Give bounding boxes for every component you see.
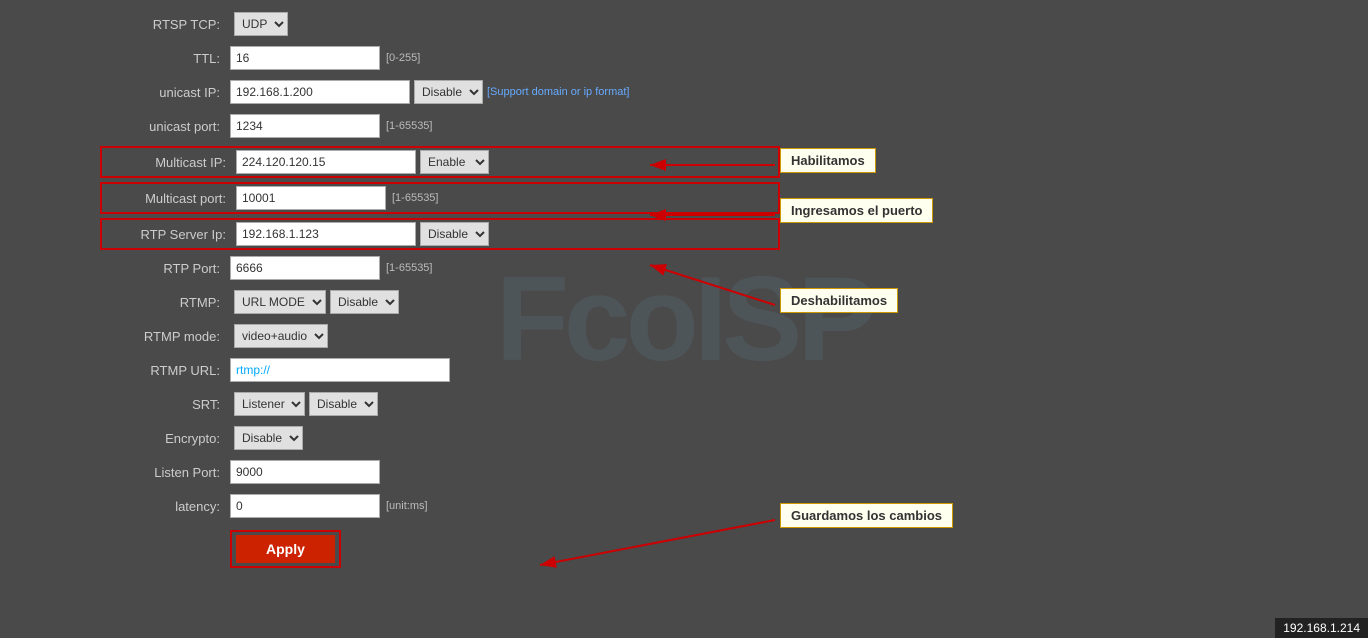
rtp-port-input[interactable]	[230, 256, 380, 280]
unicast-port-label: unicast port:	[100, 119, 230, 134]
main-container: RTSP TCP: UDP TCP TTL: [0-255] unicast I…	[0, 0, 1368, 638]
listen-port-label: Listen Port:	[100, 465, 230, 480]
latency-input[interactable]	[230, 494, 380, 518]
ttl-row: TTL: [0-255]	[100, 44, 780, 72]
unicast-port-hint: [1-65535]	[386, 120, 432, 132]
rtmp-row: RTMP: URL MODE Disable Enable	[100, 288, 780, 316]
apply-button[interactable]: Apply	[236, 535, 335, 563]
unicast-port-row: unicast port: [1-65535]	[100, 112, 780, 140]
ttl-input[interactable]	[230, 46, 380, 70]
rtmp-url-input[interactable]	[230, 358, 450, 382]
latency-row: latency: [unit:ms]	[100, 492, 780, 520]
multicast-ip-select[interactable]: Enable Disable	[420, 150, 489, 174]
multicast-port-input[interactable]	[236, 186, 386, 210]
rtmp-url-row: RTMP URL:	[100, 356, 780, 384]
srt-label: SRT:	[100, 397, 230, 412]
rtp-port-label: RTP Port:	[100, 261, 230, 276]
multicast-ip-input[interactable]	[236, 150, 416, 174]
rtsp-tcp-row: RTSP TCP: UDP TCP	[100, 10, 780, 38]
rtmp-select1[interactable]: URL MODE	[234, 290, 326, 314]
apply-row: Apply	[100, 526, 780, 568]
multicast-port-row: Multicast port: [1-65535]	[100, 182, 780, 214]
rtmp-label: RTMP:	[100, 295, 230, 310]
multicast-port-label: Multicast port:	[106, 191, 236, 206]
latency-label: latency:	[100, 499, 230, 514]
unicast-ip-row: unicast IP: Disable Enable [Support doma…	[100, 78, 780, 106]
encrypto-label: Encrypto:	[100, 431, 230, 446]
multicast-ip-label: Multicast IP:	[106, 155, 236, 170]
annotation-habilitamos: Habilitamos	[780, 148, 876, 173]
rtp-server-ip-label: RTP Server Ip:	[106, 227, 236, 242]
rtsp-tcp-select[interactable]: UDP TCP	[234, 12, 288, 36]
multicast-ip-row: Multicast IP: Enable Disable	[100, 146, 780, 178]
ip-badge: 192.168.1.214	[1275, 618, 1368, 638]
unicast-ip-hint: [Support domain or ip format]	[487, 86, 629, 98]
annotation-ingresamos: Ingresamos el puerto	[780, 198, 933, 223]
rtp-server-ip-row: RTP Server Ip: Disable Enable	[100, 218, 780, 250]
apply-area: Apply	[230, 530, 341, 568]
unicast-ip-select[interactable]: Disable Enable	[414, 80, 483, 104]
form-table: RTSP TCP: UDP TCP TTL: [0-255] unicast I…	[100, 10, 780, 568]
unicast-ip-label: unicast IP:	[100, 85, 230, 100]
rtmp-mode-label: RTMP mode:	[100, 329, 230, 344]
ttl-hint: [0-255]	[386, 52, 420, 64]
rtsp-tcp-label: RTSP TCP:	[100, 17, 230, 32]
srt-select2[interactable]: Disable Enable	[309, 392, 378, 416]
ttl-label: TTL:	[100, 51, 230, 66]
rtmp-mode-row: RTMP mode: video+audio video audio	[100, 322, 780, 350]
listen-port-row: Listen Port:	[100, 458, 780, 486]
latency-hint: [unit:ms]	[386, 500, 428, 512]
unicast-port-input[interactable]	[230, 114, 380, 138]
rtp-server-ip-select[interactable]: Disable Enable	[420, 222, 489, 246]
encrypto-row: Encrypto: Disable Enable	[100, 424, 780, 452]
srt-select1[interactable]: Listener Caller	[234, 392, 305, 416]
rtp-server-ip-input[interactable]	[236, 222, 416, 246]
rtp-port-hint: [1-65535]	[386, 262, 432, 274]
annotation-deshabilitamos: Deshabilitamos	[780, 288, 898, 313]
annotation-guardamos: Guardamos los cambios	[780, 503, 953, 528]
unicast-ip-input[interactable]	[230, 80, 410, 104]
multicast-port-hint: [1-65535]	[392, 192, 438, 204]
rtmp-select2[interactable]: Disable Enable	[330, 290, 399, 314]
listen-port-input[interactable]	[230, 460, 380, 484]
rtmp-mode-select[interactable]: video+audio video audio	[234, 324, 328, 348]
rtp-port-row: RTP Port: [1-65535]	[100, 254, 780, 282]
rtmp-url-label: RTMP URL:	[100, 363, 230, 378]
encrypto-select[interactable]: Disable Enable	[234, 426, 303, 450]
srt-row: SRT: Listener Caller Disable Enable	[100, 390, 780, 418]
